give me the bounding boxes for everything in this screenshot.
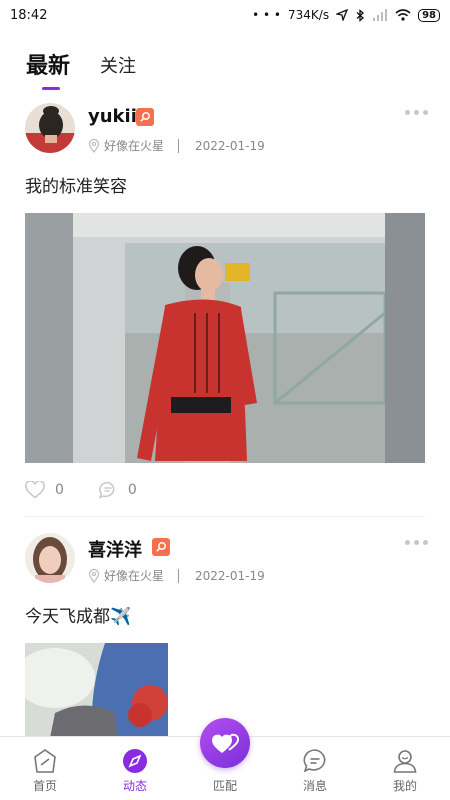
more-options-icon[interactable] <box>405 110 428 115</box>
post-actions: 0 0 <box>25 481 171 499</box>
profile-icon <box>391 747 419 775</box>
nav-messages-label: 消息 <box>302 779 327 793</box>
avatar-image <box>25 103 75 153</box>
nav-messages[interactable]: 消息 <box>270 737 360 800</box>
nav-moments-label: 动态 <box>122 779 147 793</box>
match-heart-button[interactable] <box>200 718 250 768</box>
status-time: 18:42 <box>10 7 48 23</box>
feed-tabs: 最新 关注 <box>0 42 450 90</box>
location-pin-icon <box>88 568 100 583</box>
location-arrow-icon <box>336 9 349 21</box>
home-icon <box>31 747 59 775</box>
post-meta: 好像在火星 2022-01-19 <box>88 137 265 154</box>
active-tab-indicator <box>42 87 60 90</box>
verified-search-icon <box>136 108 154 126</box>
wifi-icon <box>395 9 411 21</box>
nav-moments[interactable]: 动态 <box>90 737 180 800</box>
like-heart-icon[interactable] <box>25 481 45 499</box>
nav-match-label: 匹配 <box>212 779 237 793</box>
post-location: 好像在火星 <box>104 139 165 153</box>
post-username[interactable]: 喜洋洋 <box>88 536 142 562</box>
avatar[interactable] <box>25 103 75 153</box>
nav-home-label: 首页 <box>32 779 57 793</box>
post-username[interactable]: yukii <box>88 106 137 127</box>
nav-profile[interactable]: 我的 <box>360 737 450 800</box>
battery-indicator: 98 <box>418 8 440 22</box>
post-card: 喜洋洋 好像在火星 2022-01-19 今天飞成都✈️ <box>0 530 450 736</box>
comment-count: 0 <box>127 482 137 498</box>
more-options-icon[interactable] <box>405 540 428 545</box>
avatar[interactable] <box>25 533 75 583</box>
meta-divider <box>178 138 180 153</box>
status-dots: • • • <box>252 8 281 22</box>
post-image[interactable] <box>25 213 425 463</box>
meta-divider <box>178 568 180 583</box>
post-meta: 好像在火星 2022-01-19 <box>88 567 265 584</box>
post-photo <box>25 213 425 463</box>
like-count: 0 <box>55 482 64 498</box>
post-divider <box>25 516 425 517</box>
tab-following-label: 关注 <box>100 56 137 77</box>
tab-latest-label: 最新 <box>26 54 71 79</box>
comment-icon[interactable] <box>98 481 118 499</box>
location-pin-icon <box>88 138 100 153</box>
post-date: 2022-01-19 <box>195 568 265 583</box>
avatar-image <box>25 533 75 583</box>
match-heart-icon <box>212 733 239 753</box>
message-icon <box>301 747 329 775</box>
status-right: • • • 734K/s 98 <box>252 8 440 22</box>
signal-icon <box>373 9 388 21</box>
nav-home[interactable]: 首页 <box>0 737 90 800</box>
tab-latest[interactable]: 最新 <box>26 50 71 90</box>
post-text: 我的标准笑容 <box>25 177 127 197</box>
tab-following[interactable]: 关注 <box>100 50 136 84</box>
post-text: 今天飞成都✈️ <box>25 607 132 627</box>
post-photo <box>25 643 168 736</box>
network-speed: 734K/s <box>288 8 330 22</box>
moments-icon <box>121 747 149 775</box>
status-bar: 18:42 • • • 734K/s 98 <box>0 0 450 30</box>
post-location: 好像在火星 <box>104 569 165 583</box>
verified-search-icon <box>152 538 170 556</box>
post-date: 2022-01-19 <box>195 138 265 153</box>
post-image[interactable] <box>25 643 168 736</box>
bluetooth-icon <box>356 8 365 22</box>
post-card: yukii 好像在火星 2022-01-19 我的标准笑容 0 0 <box>0 100 450 520</box>
nav-profile-label: 我的 <box>392 779 417 793</box>
